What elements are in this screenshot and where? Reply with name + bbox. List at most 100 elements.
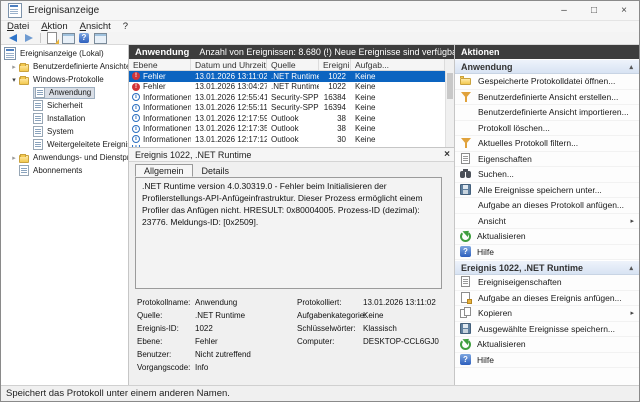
find-icon [460, 168, 472, 180]
field-label: Schlüsselwörter: [297, 324, 363, 337]
tree-item-anwendungs-und-dienstprotokolle[interactable]: ▸ Anwendungs- und Dienstprotokolle [1, 151, 128, 164]
close-details-icon[interactable]: × [444, 149, 450, 160]
action-eigenschaften[interactable]: Eigenschaften [455, 152, 639, 168]
details-tabs: Allgemein Details [135, 164, 238, 177]
field-label: Aufgabenkategorie: [297, 311, 363, 324]
field-label: Quelle: [137, 311, 195, 324]
statusbar: Speichert das Protokoll unter einem ande… [1, 385, 639, 401]
action-aufgabe-an-protokoll-anfuegen[interactable]: Aufgabe an dieses Protokoll anfügen... [455, 198, 639, 214]
collapse-icon[interactable]: ▴ [629, 264, 633, 272]
event-viewer-icon [4, 47, 16, 60]
tree-item-anwendung[interactable]: Anwendung [1, 86, 128, 99]
properties-icon [460, 276, 472, 288]
event-list-scrollbar[interactable] [445, 71, 454, 147]
actions-section-ereignis[interactable]: Ereignis 1022, .NET Runtime ▴ [455, 260, 639, 275]
log-icon [33, 113, 43, 124]
menu-hilfe[interactable]: ? [117, 21, 134, 32]
chevron-down-icon[interactable]: ▾ [9, 76, 19, 84]
action-hilfe-2[interactable]: ?Hilfe [455, 353, 639, 369]
back-button[interactable] [5, 32, 21, 44]
event-row[interactable]: iInformationen 13.01.2026 12:17:35 Outlo… [129, 124, 445, 135]
field-label: Vorgangscode: [137, 363, 195, 376]
action-hilfe[interactable]: ?Hilfe [455, 245, 639, 261]
field-value: Fehler [195, 337, 292, 350]
column-datum[interactable]: Datum und Uhrzeit [191, 59, 267, 70]
action-suchen[interactable]: Suchen... [455, 167, 639, 183]
field-value: Keine [363, 311, 457, 324]
tree-item-weitergeleitete-ereignisse[interactable]: Weitergeleitete Ereignisse [1, 138, 128, 151]
action-aufgabe-an-ereignis-anfuegen[interactable]: Aufgabe an dieses Ereignis anfügen... [455, 291, 639, 307]
field-value: DESKTOP-CCL6GJ0 [363, 337, 457, 350]
column-ereignis-id[interactable]: Ereigni... [319, 59, 351, 70]
copy-icon [460, 307, 472, 319]
open-saved-log-button[interactable] [44, 32, 60, 44]
toolbar: ? [1, 32, 639, 45]
center-pane: Anwendung Anzahl von Ereignissen: 8.680 … [129, 45, 455, 387]
details-title: Ereignis 1022, .NET Runtime [135, 150, 251, 160]
log-icon [33, 100, 43, 111]
column-aufgabenkategorie[interactable]: Aufgab... [351, 59, 445, 70]
field-label: Computer: [297, 337, 363, 350]
event-list: !Fehler 13.01.2026 13:11:02 .NET Runtime… [129, 71, 445, 147]
properties-icon [460, 153, 472, 165]
titlebar[interactable]: Ereignisanzeige – □ × [1, 1, 639, 21]
status-text: Speichert das Protokoll unter einem ande… [6, 388, 230, 399]
tree-item-system[interactable]: System [1, 125, 128, 138]
event-description: .NET Runtime version 4.0.30319.0 - Fehle… [135, 177, 442, 289]
forward-button[interactable] [21, 32, 37, 44]
event-row[interactable]: iInformationen 13.01.2026 12:17:12 Outlo… [129, 134, 445, 145]
maximize-button[interactable]: □ [579, 1, 609, 20]
tree-item-abonnements[interactable]: Abonnements [1, 164, 128, 177]
column-quelle[interactable]: Quelle [267, 59, 319, 70]
tab-allgemein[interactable]: Allgemein [135, 164, 193, 177]
event-row[interactable]: !Fehler 13.01.2026 13:04:27 .NET Runtime… [129, 82, 445, 93]
tree-item-installation[interactable]: Installation [1, 112, 128, 125]
details-header: Ereignis 1022, .NET Runtime × [129, 148, 454, 162]
action-benutzerdefinierte-ansicht-erstellen[interactable]: Benutzerdefinierte Ansicht erstellen... [455, 90, 639, 106]
error-icon: ! [132, 83, 140, 91]
tree-item-benutzerdefinierte-ansichten[interactable]: ▸ Benutzerdefinierte Ansichten [1, 60, 128, 73]
action-aktualisieren[interactable]: Aktualisieren [455, 229, 639, 245]
menu-datei[interactable]: Datei [1, 21, 35, 32]
help-button[interactable]: ? [76, 32, 92, 44]
action-alle-ereignisse-speichern[interactable]: Alle Ereignisse speichern unter... [455, 183, 639, 199]
open-saved-log-icon [47, 32, 57, 44]
field-value: Nicht zutreffend [195, 350, 292, 363]
event-row[interactable]: !Fehler 13.01.2026 13:11:02 .NET Runtime… [129, 71, 445, 82]
menu-aktion[interactable]: Aktion [35, 21, 73, 32]
action-benutzerdefinierte-ansicht-importieren[interactable]: Benutzerdefinierte Ansicht importieren..… [455, 105, 639, 121]
action-ausgewaehlte-ereignisse-speichern[interactable]: Ausgewählte Ereignisse speichern... [455, 322, 639, 338]
chevron-right-icon[interactable]: ▸ [9, 154, 19, 162]
scrollbar-thumb[interactable] [447, 73, 453, 99]
tree-item-windows-protokolle[interactable]: ▾ Windows-Protokolle [1, 73, 128, 86]
menubar: Datei Aktion Ansicht ? [1, 21, 639, 32]
help-icon: ? [79, 33, 89, 43]
submenu-arrow-icon: ▸ [630, 217, 634, 225]
action-protokoll-loeschen[interactable]: Protokoll löschen... [455, 121, 639, 137]
tree-item-root[interactable]: Ereignisanzeige (Lokal) [1, 47, 128, 60]
tree-item-sicherheit[interactable]: Sicherheit [1, 99, 128, 112]
field-value: 13.01.2026 13:11:02 [363, 298, 457, 311]
column-ebene[interactable]: Ebene [129, 59, 191, 70]
tab-details[interactable]: Details [193, 164, 239, 177]
action-ereigniseigenschaften[interactable]: Ereigniseigenschaften [455, 275, 639, 291]
action-gespeicherte-protokolldatei-oeffnen[interactable]: Gespeicherte Protokolldatei öffnen... [455, 74, 639, 90]
action-kopieren[interactable]: Kopieren▸ [455, 306, 639, 322]
event-row[interactable]: iInformationen 13.01.2026 12:55:11 Secur… [129, 103, 445, 114]
actions-section-anwendung[interactable]: Anwendung ▴ [455, 59, 639, 74]
minimize-button[interactable]: – [549, 1, 579, 20]
chevron-right-icon[interactable]: ▸ [9, 63, 19, 71]
collapse-icon[interactable]: ▴ [629, 63, 633, 71]
close-button[interactable]: × [609, 1, 639, 20]
field-label: Benutzer: [137, 350, 195, 363]
menu-ansicht[interactable]: Ansicht [74, 21, 117, 32]
console-tree-toggle-button[interactable] [60, 32, 76, 44]
log-icon [33, 126, 43, 137]
action-aktualisieren-2[interactable]: Aktualisieren [455, 337, 639, 353]
event-row[interactable]: iInformationen 13.01.2026 12:17:59 Outlo… [129, 113, 445, 124]
action-ansicht[interactable]: Ansicht▸ [455, 214, 639, 230]
event-row[interactable]: iInformationen 13.01.2026 12:55:41 Secur… [129, 92, 445, 103]
action-aktuelles-protokoll-filtern[interactable]: Aktuelles Protokoll filtern... [455, 136, 639, 152]
error-icon: ! [132, 72, 140, 80]
action-pane-toggle-button[interactable] [92, 32, 108, 44]
